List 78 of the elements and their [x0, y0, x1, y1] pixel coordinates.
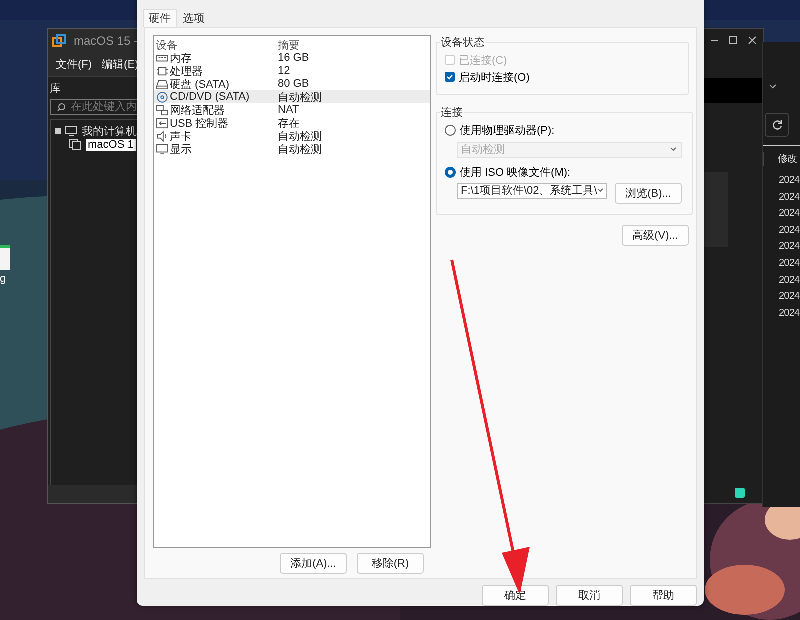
dialog-button[interactable]: 帮助 [630, 585, 697, 606]
device-name: CD/DVD (SATA) [170, 91, 250, 104]
device-summary: 存在 [278, 116, 301, 131]
date-cell-text: 2024 [779, 258, 800, 271]
refresh-icon [772, 120, 782, 130]
device-button[interactable]: 移除(R) [357, 552, 424, 574]
device-summary: 16 GB [278, 52, 310, 64]
computer-icon [65, 126, 78, 136]
dropdown-caret-icon [670, 147, 677, 152]
device-name: 硬盘 (SATA) [170, 78, 230, 92]
desktop-icon-label[interactable]: g [0, 273, 6, 285]
memory-icon [156, 52, 169, 64]
radio-button[interactable] [445, 166, 456, 178]
tab[interactable]: 硬件 [143, 9, 177, 27]
device-button[interactable]: 添加(A)... [280, 552, 347, 574]
column-header[interactable]: 设备 [156, 38, 278, 53]
device-row[interactable]: 硬盘 (SATA) 80 GB [154, 76, 430, 90]
refresh-button[interactable] [765, 113, 789, 137]
date-cell-text: 2024 [779, 308, 800, 321]
device-name: 显示 [170, 142, 192, 157]
device-summary: 自动检测 [278, 142, 323, 157]
column-header[interactable]: 摘要 [278, 38, 430, 53]
disc-icon [156, 92, 169, 103]
date-cell-text: 2024 [779, 208, 800, 222]
close-icon[interactable] [748, 36, 757, 45]
device-row[interactable]: 声卡 自动检测 [154, 128, 430, 142]
monitor-icon [156, 144, 169, 155]
chip-icon [156, 66, 169, 77]
usb-icon [156, 118, 169, 129]
tree-item[interactable]: 我的计算机 [82, 124, 137, 138]
date-cell-text: 2024 [779, 224, 800, 238]
network-icon [156, 104, 169, 116]
radio-label[interactable]: 使用 ISO 映像文件(M): [460, 164, 571, 180]
dialog-button[interactable]: 取消 [556, 585, 623, 606]
device-row[interactable]: 网络适配器 NAT [154, 102, 430, 116]
collapse-toggle[interactable] [55, 128, 61, 134]
device-summary: 自动检测 [278, 90, 323, 105]
tree-item[interactable]: macOS 1 [86, 139, 136, 151]
advanced-button[interactable]: 高级(V)... [622, 224, 689, 246]
device-row[interactable]: 处理器 12 [154, 64, 430, 77]
library-label: 库 [49, 82, 62, 96]
device-summary: 12 [278, 65, 292, 78]
virtual-machine-icon [69, 139, 82, 151]
date-cell-text: 2024 [779, 274, 800, 288]
radio-button[interactable] [445, 124, 456, 136]
device-row[interactable]: CD/DVD (SATA) 自动检测 [154, 90, 430, 103]
device-name: 处理器 [170, 64, 203, 79]
radio-label[interactable]: 使用物理驱动器(P): [460, 122, 555, 138]
device-name: 内存 [170, 52, 192, 66]
group-title: 连接 [440, 106, 464, 120]
browse-button[interactable]: 浏览(B)... [615, 182, 682, 204]
menu-item[interactable]: 文件(F) [56, 56, 92, 72]
group-title: 设备状态 [440, 36, 486, 50]
checkbox-label[interactable]: 启动时连接(O) [459, 70, 530, 85]
speaker-icon [156, 130, 169, 142]
column-header[interactable]: 修改 [763, 152, 798, 166]
date-cell-text: 2024 [779, 192, 800, 205]
status-icon[interactable] [735, 488, 745, 498]
chevron-down-icon[interactable] [769, 84, 777, 90]
date-cell-text: 2024 [779, 291, 800, 304]
device-name: 声卡 [170, 130, 192, 144]
app-logo-icon [52, 34, 66, 48]
device-name: 网络适配器 [170, 104, 225, 118]
maximize-icon[interactable] [729, 36, 738, 45]
dropdown-caret-icon [597, 188, 604, 194]
device-row[interactable]: 内存 16 GB [154, 50, 430, 64]
date-cell-text: 2024 [779, 241, 800, 254]
device-row[interactable]: USB 控制器 存在 [154, 116, 430, 129]
date-cell-text: 2024 [779, 175, 800, 188]
checkbox[interactable] [445, 72, 455, 82]
device-row[interactable]: 显示 自动检测 [154, 142, 430, 155]
device-name: USB 控制器 [170, 116, 229, 131]
search-icon [57, 102, 66, 112]
device-summary: NAT [278, 104, 300, 116]
device-summary: 自动检测 [278, 130, 323, 144]
device-summary: 80 GB [278, 78, 310, 90]
dialog-button[interactable]: 确定 [482, 585, 549, 606]
iso-path-field[interactable]: F:\1项目软件\02、系统工具\ [457, 182, 607, 199]
